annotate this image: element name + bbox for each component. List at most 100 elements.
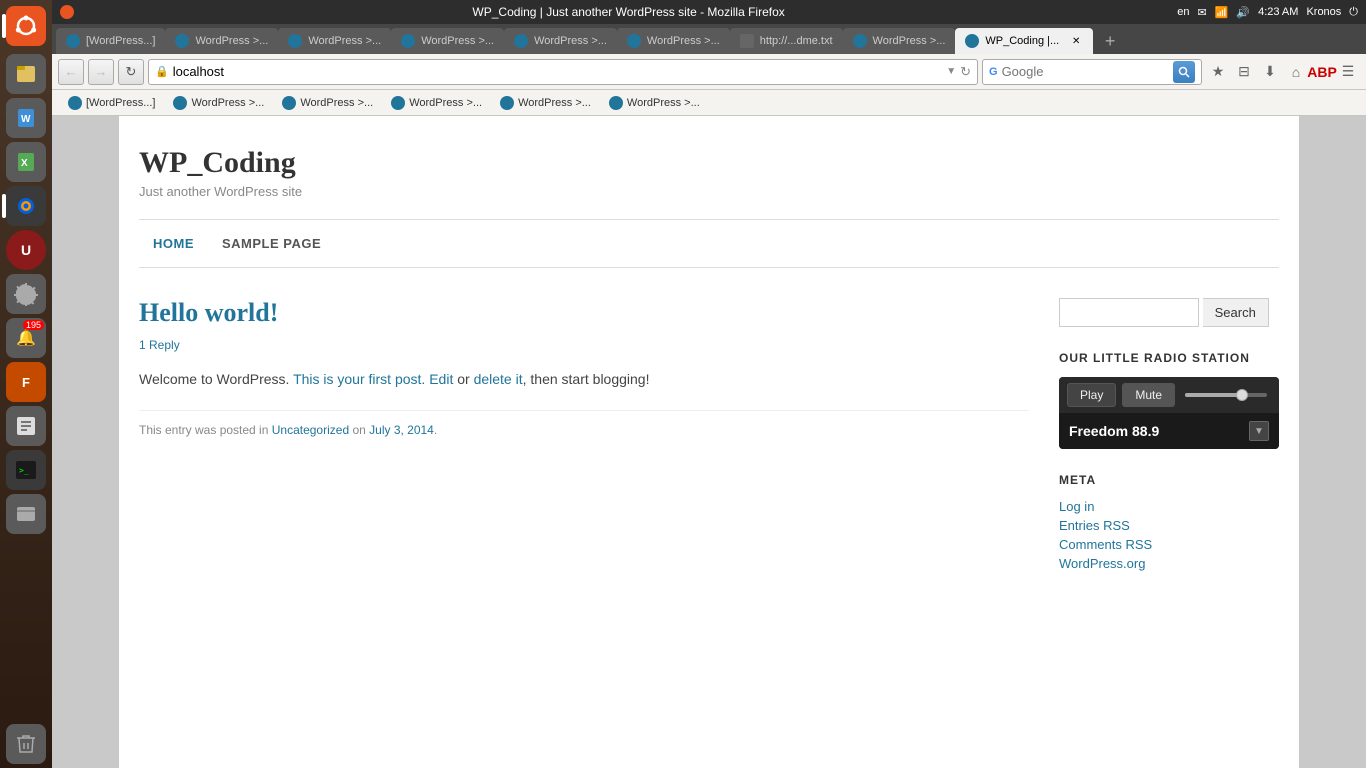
radio-station-dropdown-button[interactable]: ▼ — [1249, 421, 1269, 441]
bookmark-4[interactable]: WordPress >... — [492, 94, 599, 112]
bookmark-label: WordPress >... — [300, 97, 373, 109]
tab-5[interactable]: WordPress >... — [617, 28, 730, 54]
site-header: WP_Coding Just another WordPress site — [139, 146, 1279, 199]
download-button[interactable]: ⬇ — [1258, 60, 1282, 84]
volume-icon: 🔊 — [1236, 6, 1250, 19]
bookmark-3[interactable]: WordPress >... — [383, 94, 490, 112]
volume-thumb[interactable] — [1236, 389, 1248, 401]
tab-label: WordPress >... — [308, 35, 381, 47]
adblock-button[interactable]: ABP — [1310, 60, 1334, 84]
forward-button[interactable]: → — [88, 59, 114, 85]
radio-player: Play Mute Freedom 88.9 ▼ — [1059, 377, 1279, 449]
tab-label: WP_Coding |... — [985, 35, 1059, 47]
sidebar-search-widget: Search — [1059, 298, 1279, 327]
radio-station-name: Freedom 88.9 — [1069, 423, 1159, 439]
bookmarks-bar-toggle[interactable]: ⊟ — [1232, 60, 1256, 84]
libreoffice-icon[interactable]: W — [6, 98, 46, 138]
tab-4[interactable]: WordPress >... — [504, 28, 617, 54]
tab-close-button[interactable]: ✕ — [1069, 34, 1083, 48]
bookmark-label: WordPress >... — [518, 97, 591, 109]
home-button[interactable]: ⌂ — [1284, 60, 1308, 84]
sidebar-search-input[interactable] — [1059, 298, 1199, 327]
reload-button[interactable]: ↻ — [118, 59, 144, 85]
nav-home[interactable]: HOME — [139, 230, 208, 257]
tab-label: WordPress >... — [534, 35, 607, 47]
tab-6[interactable]: http://...dme.txt — [730, 28, 843, 54]
tab-3[interactable]: WordPress >... — [391, 28, 504, 54]
post-content: Welcome to WordPress. This is your first… — [139, 368, 1029, 390]
tab-0[interactable]: [WordPress...] — [56, 28, 165, 54]
nav-sample-page[interactable]: SAMPLE PAGE — [208, 230, 335, 257]
bookmark-2[interactable]: WordPress >... — [274, 94, 381, 112]
bookmark-favicon — [391, 96, 405, 110]
post-link-delete[interactable]: delete it — [474, 371, 523, 387]
firefox-icon[interactable] — [6, 186, 46, 226]
tab-favicon — [288, 34, 302, 48]
tab-label: [WordPress...] — [86, 35, 155, 47]
settings-icon[interactable] — [6, 274, 46, 314]
ubuntu-logo-icon[interactable] — [6, 6, 46, 46]
calc-icon[interactable]: X — [6, 142, 46, 182]
filezilla-icon[interactable]: F — [6, 362, 46, 402]
file-manager-icon[interactable] — [6, 494, 46, 534]
radio-controls: Play Mute — [1059, 377, 1279, 413]
tab-8-active[interactable]: WP_Coding |... ✕ — [955, 28, 1093, 54]
meta-link-item-2: Comments RSS — [1059, 537, 1279, 552]
menu-button[interactable]: ☰ — [1336, 60, 1360, 84]
text-editor-icon[interactable] — [6, 406, 46, 446]
terminal-icon[interactable]: >_ — [6, 450, 46, 490]
post-title[interactable]: Hello world! — [139, 298, 1029, 328]
post-reply-count[interactable]: 1 Reply — [139, 338, 1029, 352]
radio-play-button[interactable]: Play — [1067, 383, 1116, 407]
tab-favicon — [514, 34, 528, 48]
power-icon: ⏻ — [1349, 6, 1358, 19]
refresh-icon[interactable]: ↻ — [960, 64, 971, 80]
site-nav: HOME SAMPLE PAGE — [139, 219, 1279, 268]
back-button[interactable]: ← — [58, 59, 84, 85]
dropdown-arrow-icon[interactable]: ▼ — [946, 66, 956, 77]
bookmark-5[interactable]: WordPress >... — [601, 94, 708, 112]
post-link-edit[interactable]: Edit — [425, 371, 453, 387]
tab-favicon — [740, 34, 754, 48]
post-footer-suffix: . — [434, 423, 437, 437]
tab-1[interactable]: WordPress >... — [165, 28, 278, 54]
google-search-input[interactable] — [1002, 64, 1169, 79]
search-bar[interactable]: G — [982, 59, 1202, 85]
badge-notification-icon[interactable]: 🔔 195 — [6, 318, 46, 358]
post-date-link[interactable]: July 3, 2014 — [369, 423, 434, 437]
tab-2[interactable]: WordPress >... — [278, 28, 391, 54]
post-category-link[interactable]: Uncategorized — [272, 423, 349, 437]
search-submit-button[interactable] — [1173, 61, 1195, 83]
new-tab-button[interactable]: + — [1097, 28, 1123, 54]
titlebar: WP_Coding | Just another WordPress site … — [52, 0, 1366, 24]
tab-favicon — [175, 34, 189, 48]
main-wrapper[interactable]: WP_Coding Just another WordPress site HO… — [52, 116, 1366, 768]
toolbar-extras: ★ ⊟ ⬇ ⌂ ABP ☰ — [1206, 60, 1360, 84]
address-bar[interactable]: 🔒 ▼ ↻ — [148, 59, 978, 85]
site-title[interactable]: WP_Coding — [139, 146, 1279, 180]
post-text-end: , then start blogging! — [523, 371, 650, 387]
meta-login-link[interactable]: Log in — [1059, 499, 1094, 514]
post-text-start: Welcome to WordPress. — [139, 371, 293, 387]
trash-icon[interactable] — [6, 724, 46, 764]
bookmark-favicon — [609, 96, 623, 110]
files-icon[interactable] — [6, 54, 46, 94]
radio-mute-button[interactable]: Mute — [1122, 383, 1175, 407]
bookmark-0[interactable]: [WordPress...] — [60, 94, 163, 112]
bookmark-1[interactable]: WordPress >... — [165, 94, 272, 112]
volume-fill — [1185, 393, 1242, 397]
sidebar-search-button[interactable]: Search — [1203, 298, 1269, 327]
ubuntu-one-icon[interactable]: U — [6, 230, 46, 270]
meta-entries-rss-link[interactable]: Entries RSS — [1059, 518, 1130, 533]
bookmark-star-button[interactable]: ★ — [1206, 60, 1230, 84]
meta-wordpress-org-link[interactable]: WordPress.org — [1059, 556, 1145, 571]
meta-comments-rss-link[interactable]: Comments RSS — [1059, 537, 1152, 552]
tab-7[interactable]: WordPress >... — [843, 28, 956, 54]
volume-slider[interactable] — [1181, 393, 1271, 397]
bookmark-favicon — [500, 96, 514, 110]
tab-favicon — [66, 34, 80, 48]
tab-label: WordPress >... — [647, 35, 720, 47]
post-link-this[interactable]: This is your first post. — [293, 371, 425, 387]
site-tagline: Just another WordPress site — [139, 184, 1279, 199]
url-input[interactable] — [173, 64, 942, 79]
